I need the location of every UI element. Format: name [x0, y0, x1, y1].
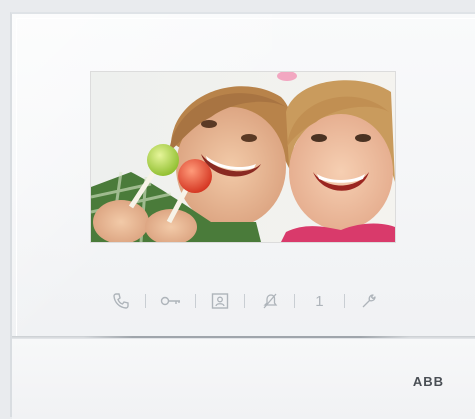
lower-panel: [12, 339, 475, 419]
separator: [194, 294, 196, 308]
video-screen: [91, 72, 395, 242]
panel-divider-highlight: [84, 336, 409, 338]
programmable-key-1-button[interactable]: 1: [302, 288, 336, 314]
phone-icon: [113, 293, 129, 309]
key-number-label: 1: [315, 292, 324, 310]
key-icon: [160, 296, 180, 306]
brand-logo: ABB: [412, 374, 444, 389]
door-open-button[interactable]: [154, 288, 188, 314]
mute-bell-icon: [263, 293, 278, 309]
control-bar: 1: [104, 286, 386, 316]
mute-button[interactable]: [253, 288, 287, 314]
intercom-screen-icon: [211, 293, 229, 309]
wrench-icon: [362, 294, 376, 308]
surveillance-button[interactable]: [203, 288, 237, 314]
intercom-panel: 1 ABB: [10, 12, 475, 419]
call-button[interactable]: [104, 288, 138, 314]
video-feed-image: [91, 72, 395, 242]
separator: [244, 294, 246, 308]
separator: [145, 294, 147, 308]
separator: [343, 294, 345, 308]
settings-button[interactable]: [352, 288, 386, 314]
separator: [294, 294, 296, 308]
